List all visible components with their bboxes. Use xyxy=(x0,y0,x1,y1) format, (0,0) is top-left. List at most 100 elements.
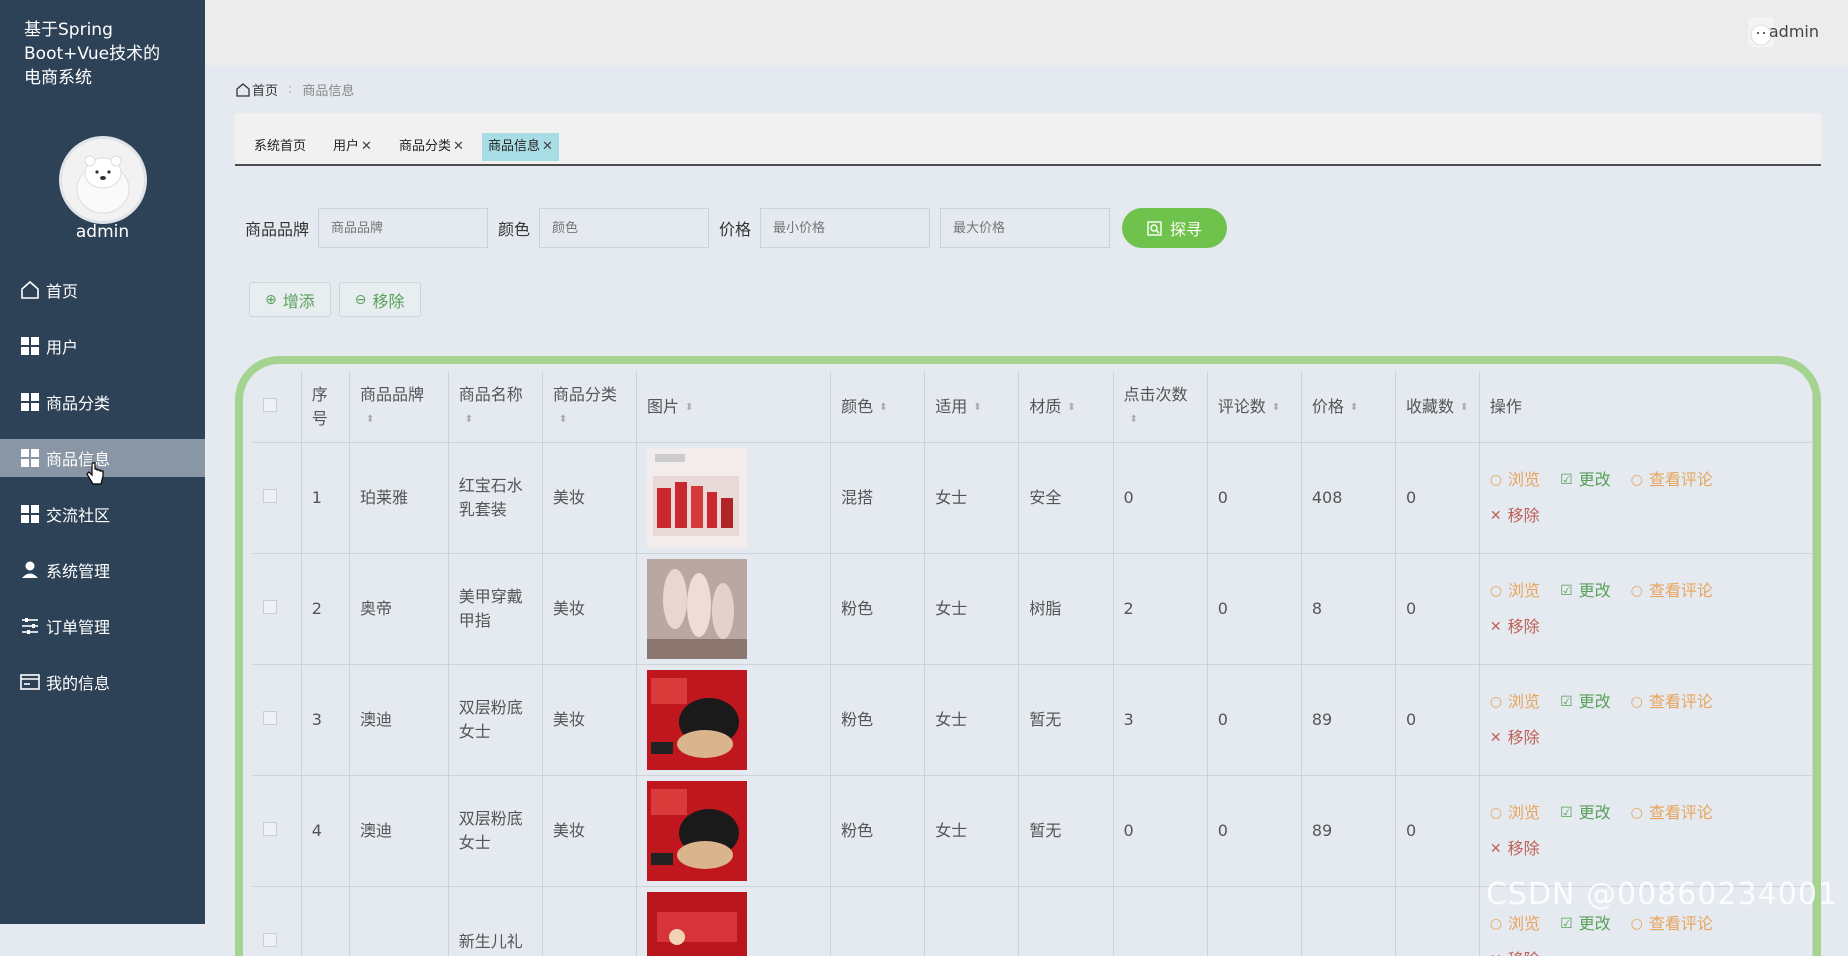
tab-users[interactable]: 用户✕ xyxy=(327,133,378,161)
sort-icon[interactable]: ⬍ xyxy=(685,403,693,413)
view-comments-button[interactable]: ○查看评论 xyxy=(1631,801,1713,825)
delete-button[interactable]: ✕移除 xyxy=(1490,726,1540,750)
view-comments-button[interactable]: ○查看评论 xyxy=(1631,690,1713,714)
comment-label: 查看评论 xyxy=(1649,801,1713,825)
view-comments-button[interactable]: ○查看评论 xyxy=(1631,912,1713,936)
product-image[interactable] xyxy=(647,670,820,770)
cell-actions: ○浏览 ☑更改 ○查看评论 ✕移除 xyxy=(1479,776,1812,887)
column-header[interactable]: 价格⬍ xyxy=(1301,372,1395,443)
cell-name: 红宝石水乳套装 xyxy=(448,443,542,554)
min-price-input[interactable] xyxy=(760,208,930,248)
brand-input[interactable] xyxy=(318,208,488,248)
edit-icon: ☑ xyxy=(1560,468,1573,492)
search-button[interactable]: 探寻 xyxy=(1122,208,1227,248)
sidebar-item-users[interactable]: 用户 xyxy=(0,318,205,374)
edit-button[interactable]: ☑更改 xyxy=(1560,912,1611,936)
product-image[interactable] xyxy=(647,892,820,956)
close-icon[interactable]: ✕ xyxy=(542,139,553,154)
product-image[interactable] xyxy=(647,559,820,659)
max-price-input[interactable] xyxy=(940,208,1110,248)
sidebar-item-profile[interactable]: 我的信息 xyxy=(0,654,205,710)
table-row[interactable]: 3 澳迪 双层粉底女士 美妆 粉色 女士 暂无 3 0 89 0 ○浏览 ☑更改… xyxy=(253,665,1813,776)
header-label: 评论数 xyxy=(1218,397,1266,416)
edit-button[interactable]: ☑更改 xyxy=(1560,468,1611,492)
tab-products[interactable]: 商品信息✕ xyxy=(482,133,559,161)
remove-button[interactable]: ⊖ 移除 xyxy=(339,282,421,317)
tab-dashboard[interactable]: 系统首页 xyxy=(248,133,312,161)
delete-button[interactable]: ✕移除 xyxy=(1490,615,1540,639)
row-checkbox[interactable] xyxy=(263,600,277,614)
sort-icon[interactable]: ⬍ xyxy=(559,415,567,425)
avatar[interactable] xyxy=(59,136,147,224)
column-header[interactable]: 商品名称⬍ xyxy=(448,372,542,443)
close-icon[interactable]: ✕ xyxy=(453,139,464,154)
sort-icon[interactable]: ⬍ xyxy=(1130,415,1138,425)
table-row[interactable]: 1 珀莱雅 红宝石水乳套装 美妆 混搭 女士 安全 0 0 408 0 ○浏览 … xyxy=(253,443,1813,554)
cell-text: 0 xyxy=(1218,821,1228,840)
row-checkbox[interactable] xyxy=(263,933,277,947)
cell-for: 女士 xyxy=(925,776,1019,887)
column-header[interactable]: 适用⬍ xyxy=(925,372,1019,443)
cell-color xyxy=(831,887,925,956)
view-button[interactable]: ○浏览 xyxy=(1490,912,1540,936)
product-image[interactable] xyxy=(647,448,820,548)
sort-icon[interactable]: ⬍ xyxy=(879,403,887,413)
cell-text: 树脂 xyxy=(1029,599,1061,618)
cell-clicks: 0 xyxy=(1113,443,1207,554)
sort-icon[interactable]: ⬍ xyxy=(973,403,981,413)
product-image[interactable] xyxy=(647,781,820,881)
column-header[interactable]: 图片⬍ xyxy=(637,372,831,443)
edit-button[interactable]: ☑更改 xyxy=(1560,801,1611,825)
header-label: 序号 xyxy=(312,385,328,428)
row-checkbox[interactable] xyxy=(263,489,277,503)
sidebar-item-system[interactable]: 系统管理 xyxy=(0,542,205,598)
sort-icon[interactable]: ⬍ xyxy=(1272,403,1280,413)
edit-button[interactable]: ☑更改 xyxy=(1560,690,1611,714)
delete-label: 移除 xyxy=(1508,948,1540,956)
cell-text: 0 xyxy=(1406,821,1416,840)
sidebar-item-home[interactable]: 首页 xyxy=(0,262,205,318)
column-header[interactable]: 颜色⬍ xyxy=(831,372,925,443)
view-button[interactable]: ○浏览 xyxy=(1490,801,1540,825)
row-checkbox[interactable] xyxy=(263,822,277,836)
delete-button[interactable]: ✕移除 xyxy=(1490,948,1540,956)
view-comments-button[interactable]: ○查看评论 xyxy=(1631,468,1713,492)
edit-label: 更改 xyxy=(1579,468,1611,492)
sort-icon[interactable]: ⬍ xyxy=(1460,403,1468,413)
breadcrumb-home[interactable]: 首页 xyxy=(252,80,278,99)
sort-icon[interactable]: ⬍ xyxy=(465,415,473,425)
column-header[interactable]: 点击次数⬍ xyxy=(1113,372,1207,443)
color-input[interactable] xyxy=(539,208,709,248)
view-comments-button[interactable]: ○查看评论 xyxy=(1631,579,1713,603)
tab-categories[interactable]: 商品分类✕ xyxy=(393,133,470,161)
edit-button[interactable]: ☑更改 xyxy=(1560,579,1611,603)
sidebar-item-orders[interactable]: 订单管理 xyxy=(0,598,205,654)
delete-button[interactable]: ✕移除 xyxy=(1490,837,1540,861)
cell-text: 红宝石水乳套装 xyxy=(459,476,523,519)
view-button[interactable]: ○浏览 xyxy=(1490,468,1540,492)
row-checkbox[interactable] xyxy=(263,711,277,725)
sort-icon[interactable]: ⬍ xyxy=(1067,403,1075,413)
header-label: 收藏数 xyxy=(1406,397,1454,416)
delete-button[interactable]: ✕移除 xyxy=(1490,504,1540,528)
close-icon[interactable]: ✕ xyxy=(361,139,372,154)
column-header[interactable]: 评论数 ⬍ xyxy=(1207,372,1301,443)
top-username[interactable]: admin xyxy=(1769,22,1819,41)
view-button[interactable]: ○浏览 xyxy=(1490,690,1540,714)
sort-icon[interactable]: ⬍ xyxy=(1350,403,1358,413)
column-header[interactable]: 商品分类⬍ xyxy=(542,372,636,443)
table-row[interactable]: 4 澳迪 双层粉底女士 美妆 粉色 女士 暂无 0 0 89 0 ○浏览 ☑更改… xyxy=(253,776,1813,887)
column-header[interactable]: 商品品牌⬍ xyxy=(349,372,448,443)
cell-clicks xyxy=(1113,887,1207,956)
select-all-checkbox[interactable] xyxy=(263,398,277,412)
add-button[interactable]: ⊕ 增添 xyxy=(249,282,331,317)
view-button[interactable]: ○浏览 xyxy=(1490,579,1540,603)
column-header[interactable]: 收藏数 ⬍ xyxy=(1396,372,1480,443)
column-header[interactable]: 材质⬍ xyxy=(1019,372,1113,443)
cushion-foundation-image xyxy=(647,670,747,770)
sidebar-item-community[interactable]: 交流社区 xyxy=(0,486,205,542)
table-row[interactable]: 2 奥帝 美甲穿戴甲指 美妆 粉色 女士 树脂 2 0 8 0 ○浏览 ☑更改 … xyxy=(253,554,1813,665)
home-icon xyxy=(20,280,40,300)
sort-icon[interactable]: ⬍ xyxy=(366,415,374,425)
sidebar-item-categories[interactable]: 商品分类 xyxy=(0,374,205,430)
